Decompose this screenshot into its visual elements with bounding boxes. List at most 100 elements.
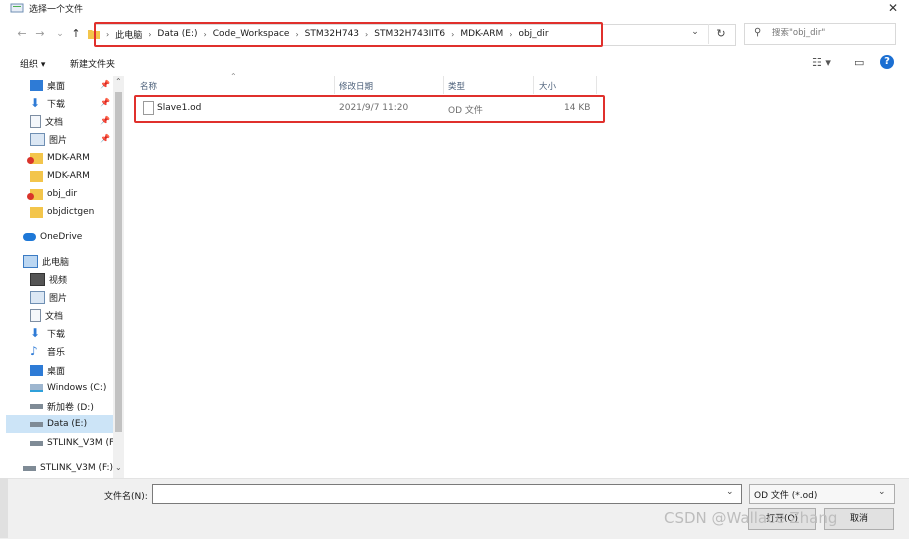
sidebar-item-label: STLINK_V3M (F [47, 438, 115, 448]
pin-icon[interactable]: 📌 [100, 116, 110, 125]
sidebar-item-desktop[interactable]: 桌面 [30, 361, 65, 379]
column-header-type[interactable]: 类型 [448, 80, 465, 92]
sidebar-item-drive-f[interactable]: STLINK_V3M (F [30, 434, 114, 452]
view-options-icon[interactable]: ☷ ▾ [812, 56, 831, 69]
desktop-icon [30, 364, 43, 376]
search-input[interactable] [772, 28, 882, 38]
scroll-up-icon[interactable]: ⌃ [115, 77, 122, 86]
toolbar [0, 51, 909, 75]
sidebar-item-label: MDK-ARM [47, 171, 90, 181]
filename-input[interactable] [156, 486, 716, 500]
column-divider[interactable] [533, 76, 534, 94]
sidebar-item-videos[interactable]: 视频 [30, 270, 67, 288]
sidebar-item-downloads[interactable]: ⬇ 下载 [30, 324, 65, 342]
sidebar-item-mdk-arm[interactable]: MDK-ARM [30, 167, 90, 185]
sidebar-item-drive-e[interactable]: Data (E:) [30, 415, 87, 433]
sidebar-item-pictures[interactable]: 图片 [30, 130, 67, 148]
organize-button[interactable]: 组织 ▾ [20, 57, 45, 70]
sidebar-item-desktop[interactable]: 桌面 [30, 76, 65, 94]
sidebar-item-obj-dir[interactable]: obj_dir [27, 185, 78, 203]
address-highlight-box [94, 22, 603, 47]
sidebar-item-mdk-arm[interactable]: MDK-ARM [27, 149, 90, 167]
pin-icon[interactable]: 📌 [100, 134, 110, 143]
sidebar-item-label: 视频 [49, 275, 68, 286]
sidebar-item-label: OneDrive [40, 232, 83, 242]
column-header-name[interactable]: 名称 [140, 80, 157, 92]
sidebar-item-label: 音乐 [47, 347, 66, 358]
sidebar-item-label: 图片 [49, 135, 68, 146]
drive-icon [30, 440, 43, 446]
sidebar-item-music[interactable]: ♪ 音乐 [30, 342, 65, 360]
sidebar-item-label: 图片 [49, 293, 68, 304]
column-header-modified[interactable]: 修改日期 [339, 80, 373, 92]
music-icon: ♪ [30, 343, 38, 358]
recent-dropdown-icon[interactable]: ⌄ [52, 24, 68, 44]
sidebar-item-label: 文档 [45, 311, 64, 322]
watermark: CSDN @Wallace Zhang [664, 509, 838, 527]
chevron-down-icon[interactable]: ⌄ [878, 487, 886, 497]
column-divider[interactable] [596, 76, 597, 94]
drive-icon [23, 465, 36, 471]
search-icon: ⚲ [754, 27, 762, 38]
drive-icon [30, 421, 43, 427]
cloud-icon [23, 233, 36, 241]
sidebar-scroll-thumb[interactable] [115, 92, 122, 432]
column-header-size[interactable]: 大小 [539, 80, 556, 92]
window-title: 选择一个文件 [29, 5, 84, 15]
sidebar-item-pictures[interactable]: 图片 [30, 288, 67, 306]
sort-ascending-icon: ⌃ [230, 72, 237, 81]
sidebar-item-drive-c[interactable]: Windows (C:) [30, 379, 106, 397]
sidebar-item-label: obj_dir [47, 189, 78, 199]
file-list [125, 76, 909, 478]
download-icon: ⬇ [30, 95, 41, 110]
up-icon[interactable]: ↑ [68, 24, 84, 44]
folder-icon [27, 188, 43, 200]
folder-icon [27, 152, 43, 164]
drive-icon [30, 384, 43, 392]
picture-icon [30, 290, 45, 304]
sidebar-item-onedrive[interactable]: OneDrive [23, 228, 82, 246]
close-button[interactable]: ✕ [882, 0, 904, 16]
drive-icon [30, 403, 43, 409]
sidebar-item-label: 下载 [47, 329, 66, 340]
sidebar-item-documents[interactable]: 文档 [30, 112, 63, 130]
sidebar-item-drive-d[interactable]: 新加卷 (D:) [30, 397, 94, 415]
column-divider[interactable] [443, 76, 444, 94]
sidebar-item-label: 桌面 [47, 366, 66, 377]
picture-icon [30, 132, 45, 146]
sidebar-item-label: 此电脑 [42, 257, 70, 268]
computer-icon [23, 254, 38, 268]
sidebar-item-label: objdictgen [47, 207, 95, 217]
pin-icon[interactable]: 📌 [100, 80, 110, 89]
sidebar-item-label: MDK-ARM [47, 153, 90, 163]
title-bar [0, 0, 909, 18]
sidebar-item-objdictgen[interactable]: objdictgen [30, 203, 94, 221]
scroll-down-icon[interactable]: ⌄ [115, 463, 122, 472]
desktop-icon [30, 79, 43, 91]
help-icon[interactable]: ? [880, 55, 894, 69]
sidebar-item-drive-f[interactable]: STLINK_V3M (F:) [23, 459, 113, 477]
new-folder-button[interactable]: 新建文件夹 [70, 57, 115, 70]
column-divider[interactable] [334, 76, 335, 94]
document-icon [30, 308, 41, 322]
sidebar-item-label: Data (E:) [47, 419, 88, 429]
chevron-down-icon[interactable]: ⌄ [688, 27, 702, 41]
forward-icon[interactable]: → [32, 24, 48, 44]
refresh-icon[interactable]: ↻ [708, 24, 733, 44]
row-highlight-box [134, 95, 605, 123]
window-edge [0, 478, 8, 538]
sidebar-item-label: 桌面 [47, 81, 66, 92]
preview-pane-icon[interactable]: ▭ [854, 56, 864, 69]
pin-icon[interactable]: 📌 [100, 98, 110, 107]
sidebar-item-documents[interactable]: 文档 [30, 306, 63, 324]
sidebar-item-label: 文档 [45, 117, 64, 128]
sidebar-item-label: 新加卷 (D:) [47, 402, 94, 413]
sidebar-item-this-pc[interactable]: 此电脑 [23, 252, 69, 270]
chevron-down-icon[interactable]: ⌄ [726, 487, 734, 497]
video-icon [30, 272, 45, 286]
document-icon [30, 114, 41, 128]
sidebar-item-downloads[interactable]: ⬇ 下载 [30, 94, 65, 112]
folder-icon [30, 170, 43, 182]
back-icon[interactable]: ← [14, 24, 30, 44]
app-icon [10, 3, 24, 13]
